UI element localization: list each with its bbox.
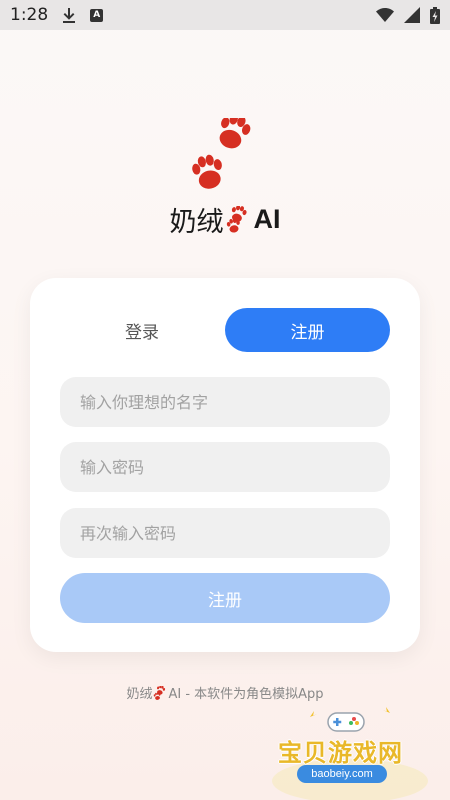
download-icon [62, 7, 76, 23]
footer-text: AI - 本软件为角色模拟App [168, 687, 324, 702]
tab-login[interactable]: 登录 [92, 308, 192, 352]
paw-icon [192, 154, 222, 189]
status-time: 1:28 [10, 5, 49, 25]
tab-register[interactable]: 注册 [225, 308, 390, 352]
app-title: 奶绒 AI [0, 200, 450, 239]
a-badge-icon: A [90, 8, 104, 22]
paw-icon [219, 113, 251, 149]
auth-card: 登录 注册 注册 [30, 278, 420, 652]
paw-icon [225, 205, 249, 234]
status-bar: 1:28 A [0, 0, 450, 30]
app-logo [0, 113, 450, 198]
app-title-suffix: AI [253, 204, 281, 234]
paw-icon [153, 685, 167, 700]
watermark-text: 宝贝游戏网 [278, 739, 403, 767]
signal-icon [404, 7, 420, 23]
site-watermark: 宝贝游戏网 baobeiy.com [270, 703, 430, 800]
name-input[interactable] [60, 377, 390, 427]
wifi-icon [376, 8, 394, 22]
footer-disclaimer: 奶绒 AI - 本软件为角色模拟App [0, 683, 450, 702]
watermark-url: baobeiy.com [297, 765, 387, 783]
footer-prefix: 奶绒 [126, 687, 153, 702]
register-submit-button[interactable]: 注册 [60, 573, 390, 623]
password-input[interactable] [60, 442, 390, 492]
confirm-password-input[interactable] [60, 508, 390, 558]
battery-charging-icon [430, 6, 440, 24]
app-title-prefix: 奶绒 [169, 207, 224, 238]
gamepad-icon [327, 712, 365, 732]
